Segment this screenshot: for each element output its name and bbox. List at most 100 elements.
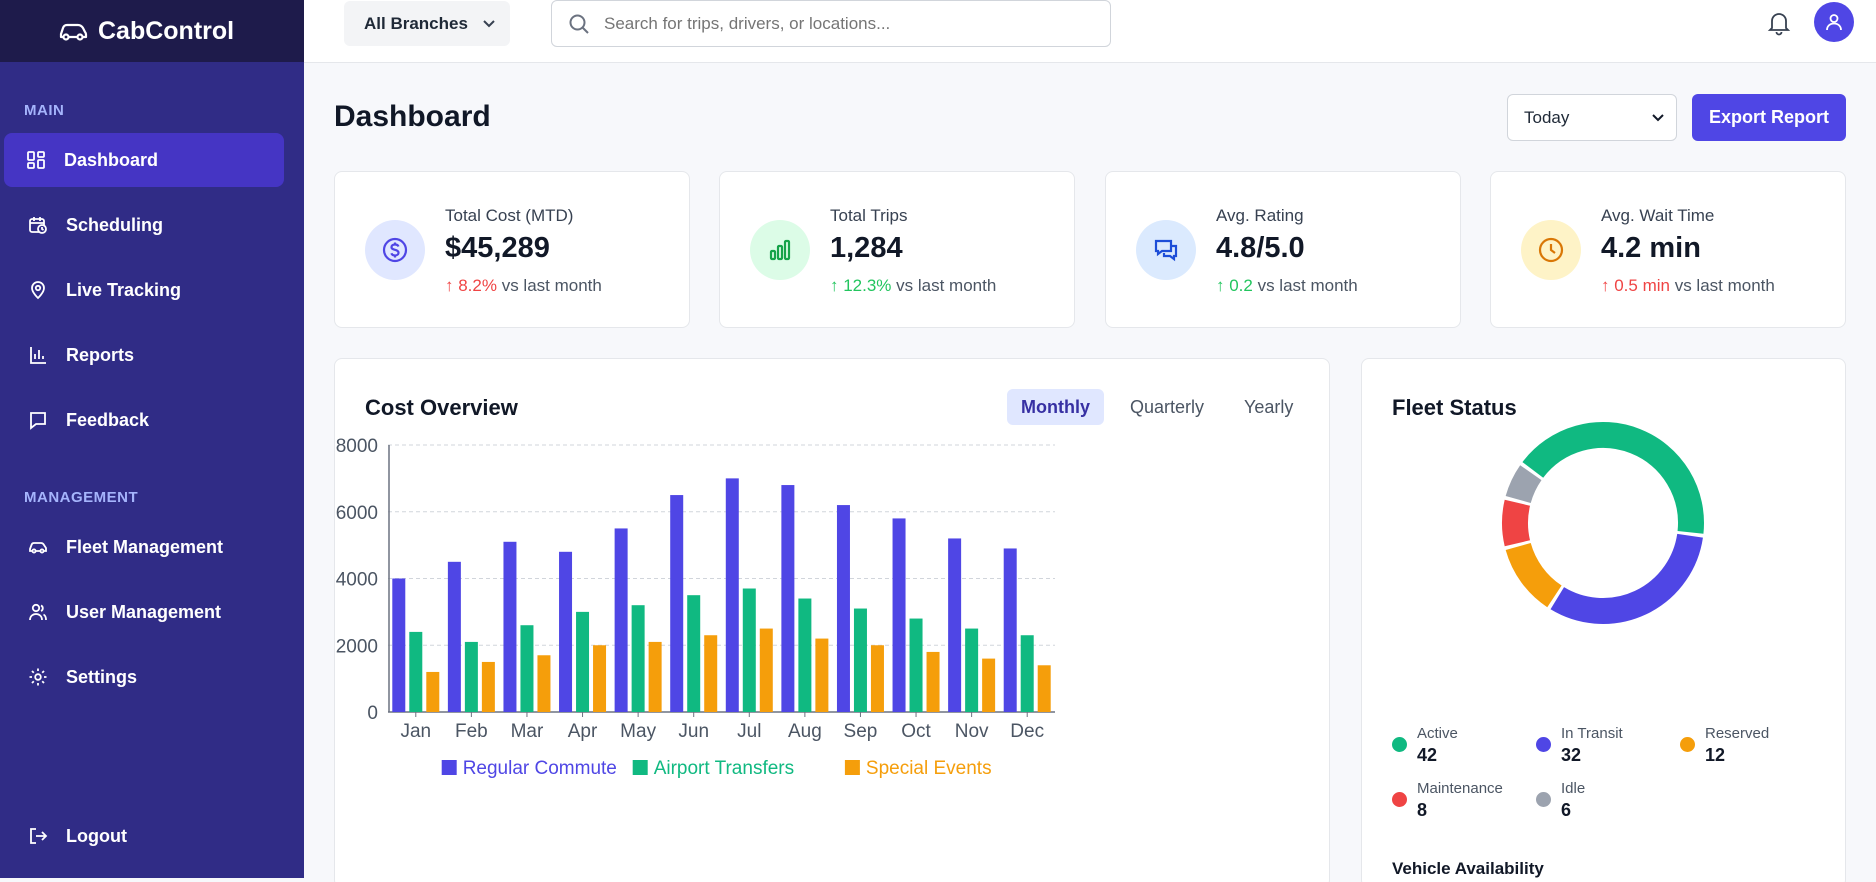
bar-regular-commute[interactable]: [836, 505, 850, 712]
donut-segment-in-transit[interactable]: [1550, 533, 1703, 624]
x-tick-label: Nov: [955, 721, 989, 742]
bar-airport-transfers[interactable]: [576, 611, 590, 712]
bar-regular-commute[interactable]: [447, 561, 461, 712]
bar-special-events[interactable]: [704, 635, 718, 712]
search-input[interactable]: [604, 13, 1084, 34]
legend-dot: [1536, 792, 1551, 807]
notification-bell-icon[interactable]: [1766, 10, 1792, 36]
branch-selector-label: All Branches: [364, 13, 468, 33]
bar-special-events[interactable]: [982, 658, 996, 712]
stat-change: ↑ 0.5 min vs last month: [1601, 276, 1775, 296]
stat-change-suffix: vs last month: [496, 276, 602, 295]
bar-regular-commute[interactable]: [948, 538, 962, 712]
brand[interactable]: CabControl: [0, 0, 304, 62]
fleet-legend-label: Active: [1417, 725, 1458, 742]
brand-name: CabControl: [98, 16, 235, 45]
x-tick-label: Jan: [400, 721, 431, 742]
chevron-down-icon: [1652, 113, 1664, 121]
sidebar-item-dashboard[interactable]: Dashboard: [4, 133, 284, 187]
bar-airport-transfers[interactable]: [909, 618, 923, 712]
bar-special-events[interactable]: [593, 645, 607, 712]
sidebar-item-user-management[interactable]: User Management: [4, 585, 284, 639]
bar-airport-transfers[interactable]: [1020, 635, 1034, 712]
search-icon: [569, 14, 589, 34]
bar-regular-commute[interactable]: [559, 551, 573, 712]
branch-selector[interactable]: All Branches: [344, 1, 510, 46]
stat-change-suffix: vs last month: [1252, 276, 1358, 295]
fleet-legend-value: 8: [1417, 800, 1428, 820]
search-box[interactable]: [551, 0, 1111, 47]
fleet-legend-label: Idle: [1561, 780, 1586, 797]
bar-regular-commute[interactable]: [892, 518, 906, 712]
bar-regular-commute[interactable]: [725, 478, 739, 712]
sidebar-item-label: Dashboard: [64, 149, 159, 170]
users-icon: [28, 602, 48, 622]
bar-regular-commute[interactable]: [614, 528, 628, 712]
bar-airport-transfers[interactable]: [520, 625, 534, 712]
legend-dot: [1536, 737, 1551, 752]
logout-button[interactable]: Logout: [4, 809, 284, 863]
bar-airport-transfers[interactable]: [409, 631, 423, 712]
sidebar-item-live-tracking[interactable]: Live Tracking: [4, 263, 284, 317]
sidebar-item-settings[interactable]: Settings: [4, 650, 284, 704]
bar-airport-transfers[interactable]: [965, 628, 979, 712]
x-tick-label: Sep: [844, 721, 878, 742]
dashboard-grid-icon: [26, 150, 46, 170]
bar-airport-transfers[interactable]: [687, 595, 701, 712]
bar-special-events[interactable]: [481, 661, 495, 712]
user-avatar[interactable]: [1814, 2, 1854, 42]
user-icon: [1826, 14, 1842, 31]
legend-swatch: [844, 760, 860, 775]
cost-overview-chart: 0 2000 4000 6000 8000 Jan Feb Mar Apr May Jun Jul Au…: [336, 436, 1055, 779]
donut-segment-active[interactable]: [1522, 422, 1704, 534]
export-report-button[interactable]: Export Report: [1692, 94, 1846, 141]
bar-special-events[interactable]: [1037, 665, 1051, 712]
bar-regular-commute[interactable]: [503, 541, 517, 712]
stat-value: 1,284: [830, 232, 903, 264]
bar-special-events[interactable]: [426, 671, 440, 712]
bar-special-events[interactable]: [870, 645, 884, 712]
donut-segment-maintenance[interactable]: [1502, 499, 1531, 547]
fleet-legend-idle: Idle 6: [1536, 780, 1585, 821]
legend-swatch: [441, 760, 457, 775]
bar-special-events[interactable]: [926, 651, 940, 712]
bar-special-events[interactable]: [537, 655, 551, 712]
bar-special-events[interactable]: [648, 641, 662, 712]
bar-special-events[interactable]: [759, 628, 773, 712]
sidebar-item-feedback[interactable]: Feedback: [4, 393, 284, 447]
stat-change: ↑ 8.2% vs last month: [445, 276, 602, 296]
x-tick-label: Mar: [511, 721, 544, 742]
stat-card-avg-rating: Avg. Rating 4.8/5.0 ↑ 0.2 vs last month: [1105, 171, 1461, 328]
x-tick-label: Feb: [455, 721, 488, 742]
stat-change-suffix: vs last month: [891, 276, 997, 295]
y-tick-label: 4000: [336, 570, 378, 591]
fleet-legend-value: 32: [1561, 745, 1582, 765]
topbar: All Branches: [304, 0, 1876, 63]
bar-regular-commute[interactable]: [781, 485, 795, 712]
fleet-status-donut: [1502, 422, 1704, 624]
bar-airport-transfers[interactable]: [631, 605, 645, 712]
bar-regular-commute[interactable]: [392, 578, 406, 713]
bar-airport-transfers[interactable]: [798, 598, 812, 712]
sidebar-item-scheduling[interactable]: Scheduling: [4, 198, 284, 252]
bar-airport-transfers[interactable]: [742, 588, 756, 712]
stat-label: Avg. Rating: [1216, 206, 1304, 225]
donut-segment-idle[interactable]: [1505, 465, 1542, 504]
bar-regular-commute[interactable]: [670, 495, 684, 712]
bar-airport-transfers[interactable]: [853, 608, 867, 712]
bar-airport-transfers[interactable]: [464, 641, 478, 712]
sidebar-item-reports[interactable]: Reports: [4, 328, 284, 382]
sidebar-item-fleet-management[interactable]: Fleet Management: [4, 520, 284, 574]
fleet-legend-label: Maintenance: [1417, 780, 1503, 797]
bar-special-events[interactable]: [815, 638, 829, 712]
stat-change-value: ↑ 0.2: [1216, 276, 1253, 295]
sidebar-item-label: Fleet Management: [66, 536, 224, 557]
date-range-select[interactable]: Today: [1507, 94, 1677, 141]
stat-card-total-cost: Total Cost (MTD) $45,289 ↑ 8.2% vs last …: [334, 171, 690, 328]
bar-regular-commute[interactable]: [1003, 548, 1017, 712]
fleet-legend-active: Active 42: [1392, 725, 1458, 766]
y-tick-label: 6000: [336, 503, 378, 524]
donut-segment-reserved[interactable]: [1505, 542, 1562, 608]
stat-label: Total Cost (MTD): [445, 206, 574, 225]
sidebar-item-label: Feedback: [66, 409, 150, 430]
